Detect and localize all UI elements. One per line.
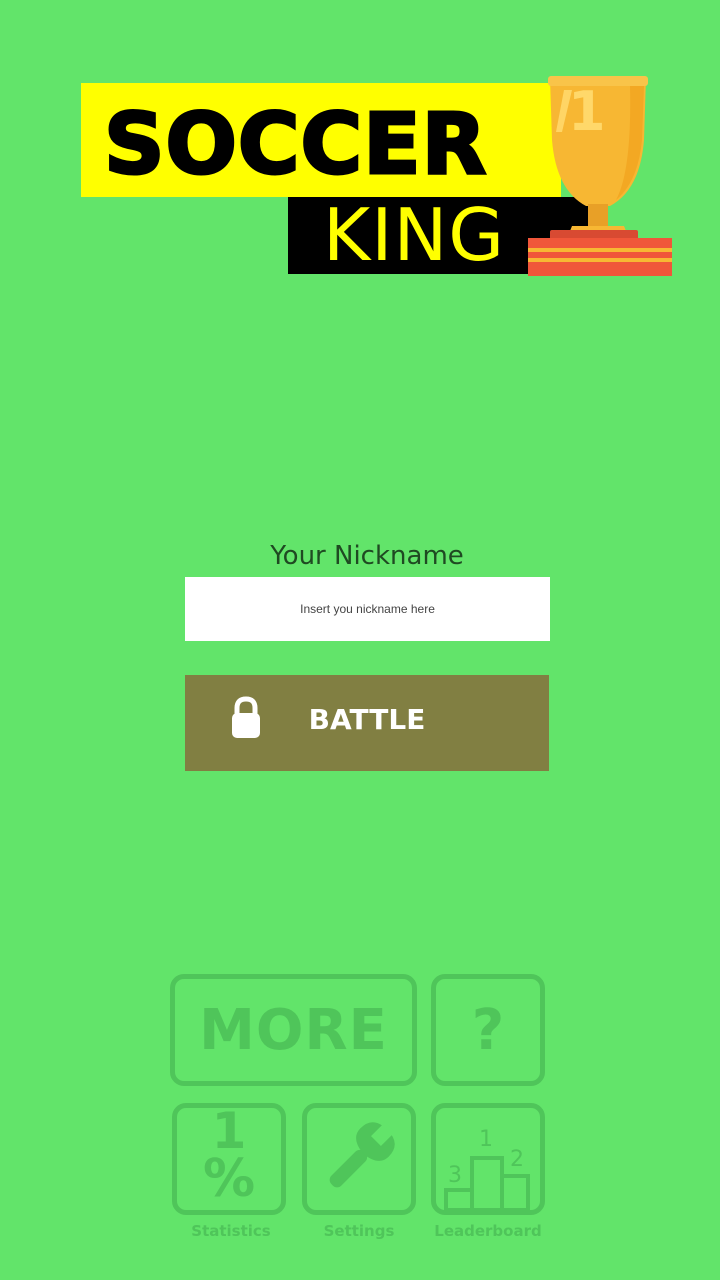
trophy-number: 1 xyxy=(568,80,606,143)
leaderboard-caption: Leaderboard xyxy=(434,1222,542,1240)
settings-button[interactable] xyxy=(302,1103,416,1215)
more-button-label: MORE xyxy=(199,997,388,1063)
nickname-label: Your Nickname xyxy=(270,541,464,571)
podium-place-second: 2 xyxy=(510,1147,524,1172)
nickname-input[interactable] xyxy=(185,577,550,641)
statistics-button[interactable]: 1 % xyxy=(172,1102,286,1215)
lock-icon xyxy=(232,696,260,738)
help-button-label: ? xyxy=(471,997,505,1063)
podium-place-first: 1 xyxy=(479,1127,493,1152)
wrench-icon xyxy=(329,1121,396,1188)
podium-place-third: 3 xyxy=(448,1163,462,1188)
logo-title-king: KING xyxy=(323,193,506,277)
more-button[interactable]: MORE xyxy=(170,974,417,1086)
logo-title-soccer: SOCCER xyxy=(102,95,488,194)
settings-caption: Settings xyxy=(323,1222,395,1240)
battle-button-label: BATTLE xyxy=(308,703,426,736)
help-button[interactable]: ? xyxy=(431,974,545,1086)
leaderboard-button[interactable]: 1 2 3 xyxy=(431,1103,545,1215)
podium-icon xyxy=(444,1156,530,1210)
game-logo: SOCCER KING 1 xyxy=(0,0,720,300)
statistics-caption: Statistics xyxy=(191,1222,271,1240)
trophy-icon: 1 xyxy=(528,76,672,276)
statistics-glyph-percent: % xyxy=(202,1149,256,1209)
